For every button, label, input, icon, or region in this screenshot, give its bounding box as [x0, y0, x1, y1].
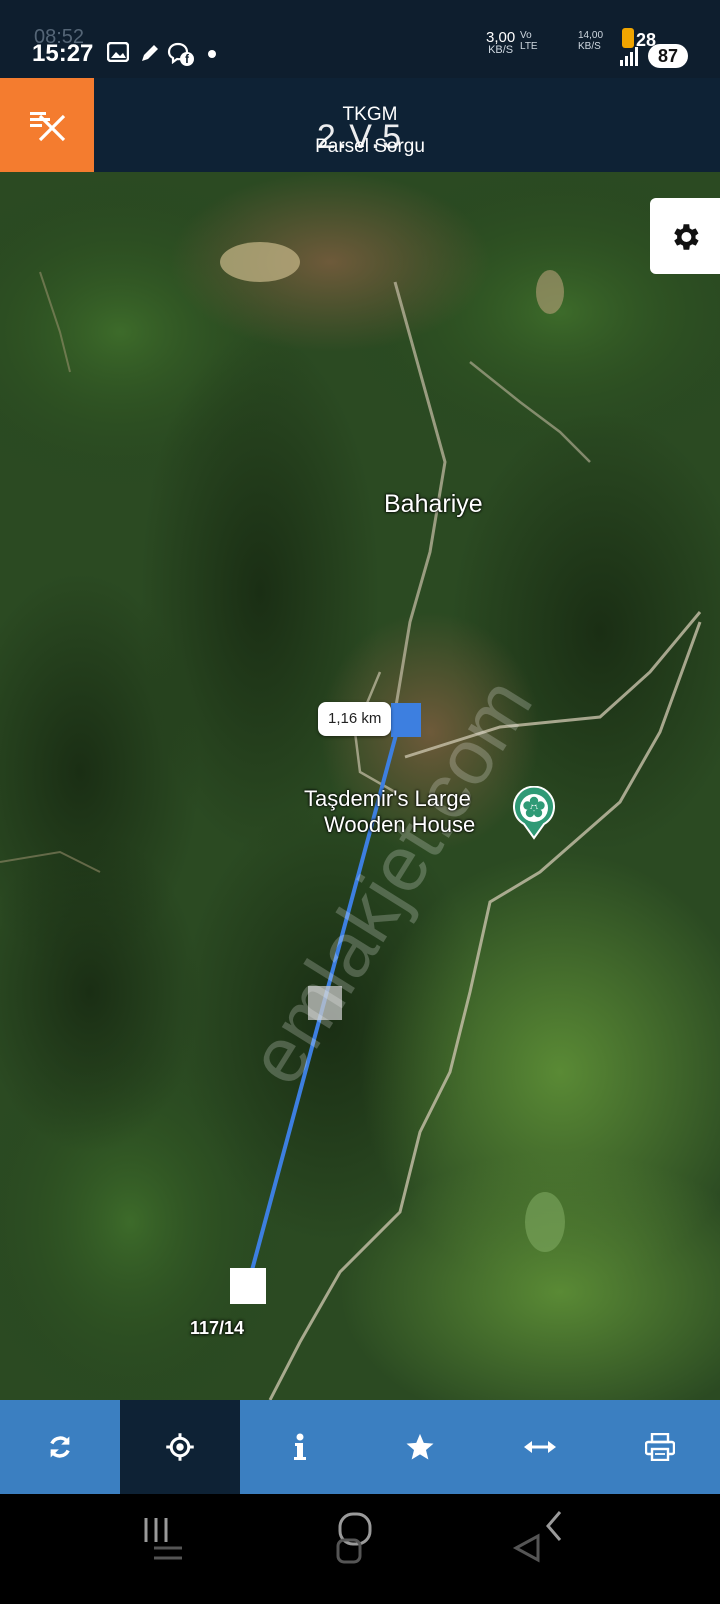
- notification-icon: [622, 28, 634, 48]
- info-icon: [294, 1433, 306, 1460]
- flower-icon[interactable]: [512, 786, 556, 840]
- facebook-icon: f: [180, 52, 194, 66]
- recent-apps-icon[interactable]: [142, 1514, 186, 1569]
- network-speed-value: 3,00: [486, 29, 516, 46]
- volte-line1: Vo: [520, 30, 532, 41]
- volte-line2: LTE: [520, 41, 538, 52]
- network-speed-unit: KB/S: [488, 44, 514, 56]
- battery-icon: 87: [648, 44, 688, 68]
- status-dot: [208, 50, 216, 58]
- crosshair-icon: [166, 1433, 194, 1461]
- volte-indicator: Vo LTE: [520, 30, 538, 52]
- measure-icon: [524, 1441, 556, 1453]
- poi-name-line1: Taşdemir's Large: [304, 786, 471, 811]
- favorite-button[interactable]: [360, 1400, 480, 1494]
- refresh-button[interactable]: [0, 1400, 120, 1494]
- app-title: TKGM: [342, 104, 398, 125]
- status-bar: 08:52 15:27 f 3,00 KB/S Vo LTE 14,00 KB/…: [0, 0, 720, 78]
- network-speed: 3,00 KB/S: [486, 30, 515, 56]
- app-subtitle: Parsel Sorgu: [315, 136, 425, 157]
- satellite-map[interactable]: emlakjet.com Bahariye 1,16 km Taşdemir's…: [0, 172, 720, 1400]
- system-nav-bar: [0, 1494, 720, 1604]
- network-speed-2: 14,00 KB/S: [578, 30, 603, 52]
- edit-icon: [138, 42, 162, 64]
- network-speed-2-value: 14,00: [578, 30, 604, 41]
- measure-button[interactable]: [480, 1400, 600, 1494]
- poi-label[interactable]: Taşdemir's Large Wooden House: [304, 786, 475, 838]
- refresh-icon: [50, 1436, 70, 1458]
- status-time: 15:27: [32, 40, 94, 67]
- settings-button[interactable]: [650, 198, 720, 274]
- bottom-toolbar: [0, 1400, 720, 1494]
- home-icon[interactable]: [334, 1510, 378, 1571]
- gear-icon: [674, 224, 699, 250]
- print-button[interactable]: [600, 1400, 720, 1494]
- place-label: Bahariye: [384, 490, 483, 518]
- star-icon: [406, 1433, 434, 1460]
- info-button[interactable]: [240, 1400, 360, 1494]
- network-speed-2-unit: KB/S: [578, 41, 601, 52]
- print-icon: [645, 1433, 675, 1461]
- back-icon[interactable]: [512, 1508, 572, 1573]
- distance-label: 1,16 km: [318, 702, 392, 736]
- parcel-label: 117/14: [190, 1318, 245, 1338]
- image-icon: [106, 41, 130, 64]
- signal-icon: [620, 46, 642, 66]
- locate-button[interactable]: [120, 1400, 240, 1494]
- poi-name-line2: Wooden House: [324, 812, 476, 837]
